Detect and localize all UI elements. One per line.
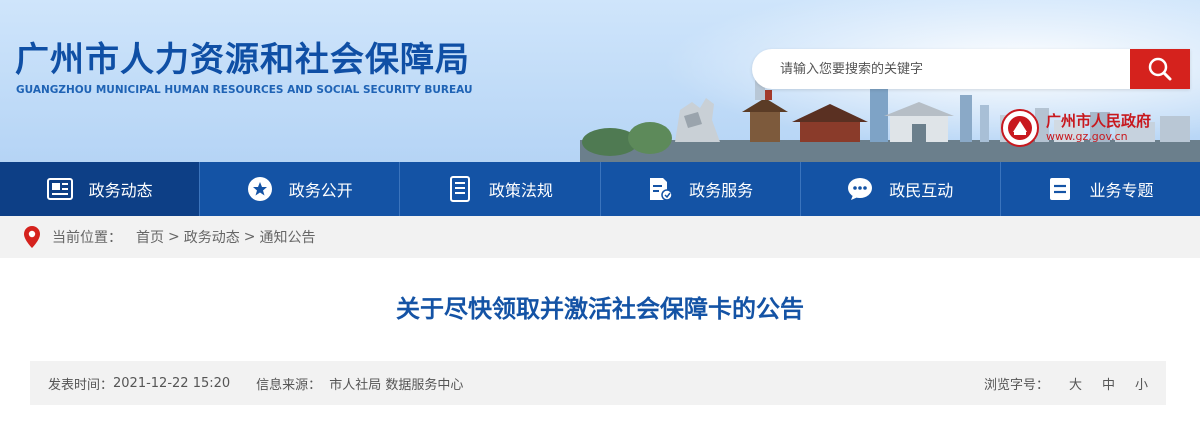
breadcrumb-separator: >: [243, 229, 256, 245]
nav-item-public[interactable]: 政务公开: [200, 162, 401, 216]
nav-item-label: 政务动态: [88, 181, 153, 200]
gov-emblem-icon: [1001, 109, 1039, 147]
article-title: 关于尽快领取并激活社会保障卡的公告: [396, 295, 804, 323]
breadcrumb-notices[interactable]: 通知公告: [259, 227, 315, 247]
breadcrumb-home[interactable]: 首页: [136, 227, 164, 247]
font-size-large[interactable]: 大: [1069, 374, 1082, 393]
breadcrumb-separator: >: [168, 229, 180, 245]
location-pin-icon: [24, 226, 40, 248]
nav-item-label: 政策法规: [488, 181, 553, 200]
site-title: 广州市人力资源和社会保障局: [15, 40, 470, 80]
search-icon: [1148, 57, 1172, 81]
nav-item-label: 政务公开: [288, 181, 353, 200]
nav-item-policy[interactable]: 政策法规: [400, 162, 601, 216]
article-meta-bar: 发表时间： 2021-12-22 15:20 信息来源： 市人社局 数据服务中心…: [30, 361, 1166, 405]
source-value: 市人社局 数据服务中心: [329, 377, 464, 393]
list-icon: [1047, 176, 1073, 202]
nav-item-news[interactable]: 政务动态: [0, 162, 201, 216]
site-subtitle: GUANGZHOU MUNICIPAL HUMAN RESOURCES AND …: [16, 84, 473, 96]
source-label: 信息来源：: [256, 377, 322, 393]
nav-item-service[interactable]: 政务服务: [601, 162, 801, 216]
font-size-small[interactable]: 小: [1135, 374, 1148, 393]
publish-label: 发表时间：: [48, 377, 114, 393]
nav-item-topics[interactable]: 业务专题: [1001, 162, 1200, 216]
breadcrumb: 当前位置： 首页 > 政务动态 > 通知公告: [0, 216, 1200, 258]
star-icon: [247, 176, 273, 202]
main-nav: 政务动态 政务公开 政策法规 政务服务 政民互动 业务专题: [0, 162, 1200, 216]
nav-item-interaction[interactable]: 政民互动: [801, 162, 1001, 216]
font-size-medium[interactable]: 中: [1102, 374, 1115, 393]
font-size-switcher: 浏览字号： 大 中 小: [984, 374, 1148, 393]
search-box: [752, 49, 1190, 89]
nav-item-label: 政民互动: [889, 181, 954, 200]
chat-icon: [847, 176, 873, 202]
service-icon: [647, 176, 673, 202]
publish-time: 2021-12-22 15:20: [113, 375, 231, 391]
breadcrumb-news[interactable]: 政务动态: [184, 227, 240, 247]
nav-item-label: 政务服务: [689, 181, 754, 200]
nav-item-label: 业务专题: [1089, 181, 1154, 200]
search-button[interactable]: [1130, 49, 1190, 89]
breadcrumb-label: 当前位置：: [52, 230, 122, 246]
document-icon: [447, 176, 473, 202]
gov-name: 广州市人民政府: [1046, 112, 1152, 130]
newspaper-icon: [46, 176, 73, 202]
gov-badge-link[interactable]: 广州市人民政府 www.gz.gov.cn: [1000, 108, 1151, 148]
search-input[interactable]: [752, 49, 1130, 89]
site-header: 广州市人力资源和社会保障局 GUANGZHOU MUNICIPAL HUMAN …: [0, 0, 1200, 162]
font-size-label: 浏览字号：: [983, 377, 1049, 393]
gov-url: www.gz.gov.cn: [1046, 130, 1128, 143]
